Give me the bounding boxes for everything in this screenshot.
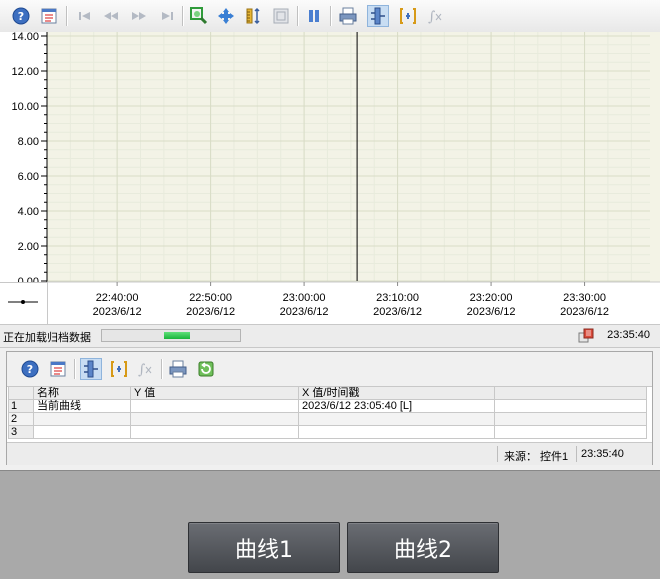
table-toolbar: ? ∫ <box>7 352 652 387</box>
svg-text:∫: ∫ <box>428 9 435 25</box>
y-tick-label: 12.00 <box>11 66 39 78</box>
pan-icon[interactable] <box>215 5 237 27</box>
loading-progress <box>101 329 241 342</box>
row-number: 3 <box>8 425 34 439</box>
row-number: 2 <box>8 412 34 426</box>
ruler-icon[interactable] <box>367 5 389 27</box>
table-row[interactable]: 1 当前曲线 2023/6/12 23:05:40 [L] <box>8 399 647 413</box>
table-statistics-range-icon[interactable] <box>108 358 130 380</box>
source-label: 来源： 控件1 <box>504 451 569 463</box>
forward-icon[interactable] <box>128 5 150 27</box>
y-tick-label: 10.00 <box>11 101 39 113</box>
y-tick-label: 14.00 <box>11 32 39 43</box>
trend-chart[interactable]: 0.002.004.006.008.0010.0012.0014.0022:40… <box>0 31 660 324</box>
table-config-icon[interactable] <box>47 358 69 380</box>
x-tick-date-label: 2023/6/12 <box>467 306 516 318</box>
table-row[interactable]: 2 <box>8 412 647 426</box>
curve-legend <box>0 282 48 325</box>
row-x-value <box>298 425 495 439</box>
help-icon[interactable]: ? <box>10 5 32 27</box>
last-icon[interactable] <box>156 5 178 27</box>
status-bar: 正在加载归档数据 23:35:40 <box>0 324 660 348</box>
x-tick-date-label: 2023/6/12 <box>373 306 422 318</box>
print-icon[interactable] <box>337 5 359 27</box>
statistics-range-icon[interactable] <box>397 5 419 27</box>
header-rownum <box>8 386 34 400</box>
x-tick-date-label: 2023/6/12 <box>560 306 609 318</box>
row-extra <box>494 412 647 426</box>
status-time: 23:35:40 <box>607 329 650 341</box>
table-ruler-icon[interactable] <box>80 358 102 380</box>
y-tick-label: 8.00 <box>18 136 39 148</box>
row-name <box>33 425 131 439</box>
row-extra <box>494 425 647 439</box>
header-x-value[interactable]: X 值/时间戳 <box>298 386 495 400</box>
value-table-panel: ? ∫ 名称 Y 值 X 值/时间戳 1 当前曲线 2023/6/12 23:0… <box>6 351 653 465</box>
rewind-icon[interactable] <box>100 5 122 27</box>
header-y-value[interactable]: Y 值 <box>130 386 299 400</box>
zoom-icon[interactable] <box>188 5 210 27</box>
row-y-value <box>130 425 299 439</box>
original-view-icon[interactable] <box>270 5 292 27</box>
x-tick-label: 23:00:00 <box>283 292 326 304</box>
curve-line-icon <box>8 300 38 304</box>
svg-text:?: ? <box>27 363 33 376</box>
statistics-icon[interactable]: ∫ <box>425 5 447 27</box>
y-tick-label: 6.00 <box>18 171 39 183</box>
plot-background[interactable] <box>47 32 660 282</box>
config-dialog-icon[interactable] <box>38 5 60 27</box>
svg-text:∫: ∫ <box>138 362 145 378</box>
x-tick-label: 23:20:00 <box>470 292 513 304</box>
trend-control: ? ∫ 2.00 4.00 6.00 8.00 10.00 12.00 14.0… <box>0 0 660 471</box>
value-table: 名称 Y 值 X 值/时间戳 1 当前曲线 2023/6/12 23:05:40… <box>8 386 647 439</box>
y-tick-label: 4.00 <box>18 206 39 218</box>
table-statistics-icon[interactable]: ∫ <box>135 358 157 380</box>
row-number: 1 <box>8 399 34 413</box>
table-print-icon[interactable] <box>167 358 189 380</box>
x-tick-label: 22:40:00 <box>96 292 139 304</box>
x-tick-label: 22:50:00 <box>189 292 232 304</box>
x-tick-date-label: 2023/6/12 <box>280 306 329 318</box>
trend-chart-svg[interactable]: 0.002.004.006.008.0010.0012.0014.0022:40… <box>0 31 660 324</box>
loading-text: 正在加载归档数据 <box>3 332 91 344</box>
axis-scale-icon[interactable] <box>242 5 264 27</box>
row-extra <box>494 399 647 413</box>
pause-icon[interactable] <box>303 5 325 27</box>
row-x-value <box>298 412 495 426</box>
row-x-value: 2023/6/12 23:05:40 [L] <box>298 399 495 413</box>
first-icon[interactable] <box>74 5 96 27</box>
loading-progress-fill <box>164 332 190 339</box>
header-name[interactable]: 名称 <box>33 386 131 400</box>
svg-text:?: ? <box>18 10 24 23</box>
export-icon[interactable] <box>195 358 217 380</box>
connection-status-icon[interactable] <box>578 328 594 344</box>
row-name: 当前曲线 <box>33 399 131 413</box>
table-footer: 来源： 控件1 23:35:40 <box>7 442 652 465</box>
table-row[interactable]: 3 <box>8 425 647 439</box>
x-tick-label: 23:30:00 <box>563 292 606 304</box>
row-y-value <box>130 412 299 426</box>
y-tick-label: 2.00 <box>18 241 39 253</box>
row-name <box>33 412 131 426</box>
x-tick-date-label: 2023/6/12 <box>93 306 142 318</box>
x-tick-label: 23:10:00 <box>376 292 419 304</box>
x-tick-date-label: 2023/6/12 <box>186 306 235 318</box>
table-help-icon[interactable]: ? <box>19 358 41 380</box>
row-y-value <box>130 399 299 413</box>
curve1-button[interactable]: 曲线1 <box>188 522 340 573</box>
curve2-button[interactable]: 曲线2 <box>347 522 499 573</box>
header-extra <box>494 386 647 400</box>
main-toolbar: ? ∫ <box>0 0 660 33</box>
footer-time: 23:35:40 <box>581 448 624 460</box>
table-header-row: 名称 Y 值 X 值/时间戳 <box>8 386 647 400</box>
